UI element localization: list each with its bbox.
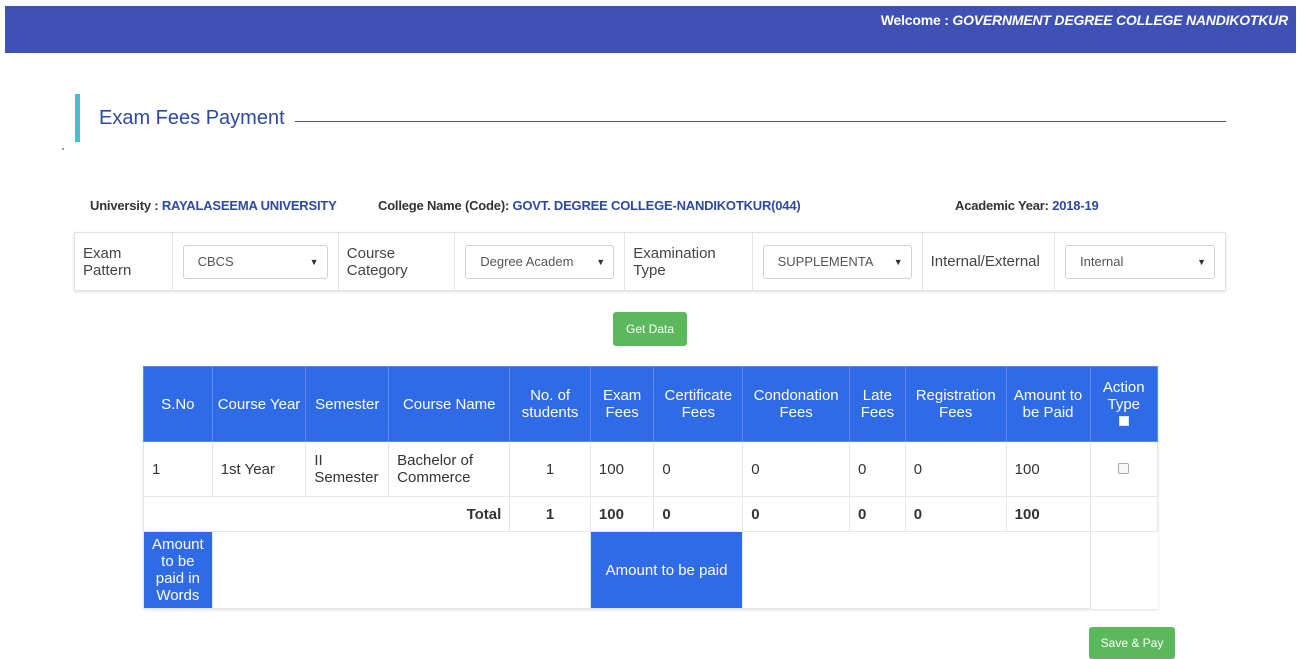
exam-type-select[interactable]: SUPPLEMENTA ▼	[762, 244, 912, 279]
college-info: College Name (Code): GOVT. DEGREE COLLEG…	[378, 198, 801, 213]
th-semester: Semester	[305, 366, 390, 442]
amount-in-words-value	[211, 531, 591, 609]
exam-pattern-label: Exam Pattern	[75, 233, 173, 290]
welcome-college: GOVERNMENT DEGREE COLLEGE NANDIKOTKUR	[952, 12, 1288, 28]
int-ext-cell: Internal ▼	[1055, 233, 1225, 290]
total-certificate-fees: 0	[653, 496, 744, 532]
fees-table: S.No Course Year Semester Course Name No…	[142, 366, 1158, 609]
amount-to-be-paid-value	[742, 531, 1091, 609]
exam-type-cell: SUPPLEMENTA ▼	[753, 233, 923, 290]
get-data-button[interactable]: Get Data	[613, 312, 687, 346]
total-registration-fees: 0	[904, 496, 1007, 532]
welcome-prefix: Welcome :	[880, 12, 953, 28]
chevron-down-icon: ▼	[596, 256, 606, 267]
welcome-text: Welcome : GOVERNMENT DEGREE COLLEGE NAND…	[881, 12, 1288, 28]
course-category-select[interactable]: Degree Academ ▼	[465, 244, 615, 279]
th-students: No. of students	[509, 366, 591, 442]
select-all-checkbox[interactable]	[1118, 415, 1129, 426]
th-action-type-label: Action Type	[1102, 378, 1145, 413]
th-amount: Amount to be Paid	[1005, 366, 1091, 442]
cell-condonation-fees: 0	[742, 441, 851, 497]
total-amount: 100	[1005, 496, 1091, 532]
th-course-year: Course Year	[211, 366, 307, 442]
exam-pattern-value: CBCS	[197, 254, 234, 269]
college-label: College Name (Code):	[378, 198, 513, 213]
title-divider	[285, 121, 1226, 122]
course-category-cell: Degree Academ ▼	[455, 233, 626, 290]
cell-course-name: Bachelor of Commerce	[388, 441, 511, 497]
course-category-value: Degree Academ	[480, 254, 574, 269]
cell-exam-fees: 100	[589, 441, 655, 497]
th-late-fees: Late Fees	[849, 366, 906, 442]
th-action-type: Action Type	[1089, 366, 1158, 442]
cell-semester: II Semester	[305, 441, 390, 497]
words-row: Amount to be paid in Words Amount to be …	[143, 531, 1158, 609]
cell-amount: 100	[1005, 441, 1091, 497]
exam-type-label: Examination Type	[625, 233, 753, 290]
int-ext-value: Internal	[1080, 254, 1124, 269]
page-title: Exam Fees Payment	[99, 107, 295, 130]
year-value: 2018-19	[1052, 198, 1099, 213]
total-students: 1	[509, 496, 591, 532]
th-certificate-fees: Certificate Fees	[653, 366, 744, 442]
table-row: 1 1st Year II Semester Bachelor of Comme…	[143, 441, 1158, 497]
stray-dot	[62, 148, 64, 150]
university-label: University :	[90, 198, 162, 213]
title-accent-bar	[75, 94, 80, 142]
academic-year-info: Academic Year: 2018-19	[955, 198, 1099, 213]
cell-action	[1089, 441, 1158, 497]
amount-to-be-paid-label: Amount to be paid	[589, 531, 744, 609]
th-condonation-fees: Condonation Fees	[742, 366, 851, 442]
top-header-bar: Welcome : GOVERNMENT DEGREE COLLEGE NAND…	[5, 6, 1296, 53]
exam-pattern-cell: CBCS ▼	[173, 233, 339, 290]
th-exam-fees: Exam Fees	[589, 366, 655, 442]
th-registration-fees: Registration Fees	[904, 366, 1007, 442]
chevron-down-icon: ▼	[1197, 256, 1206, 267]
cell-sno: 1	[143, 441, 213, 497]
table-header-row: S.No Course Year Semester Course Name No…	[143, 366, 1158, 442]
cell-course-year: 1st Year	[211, 441, 307, 497]
cell-certificate-fees: 0	[653, 441, 744, 497]
filter-panel: Exam Pattern CBCS ▼ Course Category Degr…	[74, 232, 1226, 291]
exam-pattern-select[interactable]: CBCS ▼	[182, 244, 328, 279]
int-ext-select[interactable]: Internal ▼	[1065, 244, 1215, 279]
amount-in-words-label: Amount to be paid in Words	[143, 531, 213, 609]
year-label: Academic Year:	[955, 198, 1053, 213]
th-course-name: Course Name	[388, 366, 511, 442]
university-value: RAYALASEEMA UNIVERSITY	[161, 198, 337, 213]
total-late-fees: 0	[849, 496, 906, 532]
chevron-down-icon: ▼	[893, 256, 903, 267]
save-pay-button[interactable]: Save & Pay	[1089, 627, 1175, 659]
total-action-empty	[1089, 496, 1158, 532]
course-category-label: Course Category	[339, 233, 456, 290]
int-ext-label: Internal/External	[923, 233, 1055, 290]
cell-late-fees: 0	[849, 441, 906, 497]
chevron-down-icon: ▼	[309, 256, 319, 267]
students-link[interactable]: 1	[509, 441, 591, 497]
row-checkbox[interactable]	[1118, 462, 1130, 474]
total-label: Total	[142, 496, 511, 532]
total-exam-fees: 100	[589, 496, 655, 532]
university-info: University : RAYALASEEMA UNIVERSITY	[90, 198, 337, 213]
page-title-section: Exam Fees Payment	[75, 94, 1226, 142]
college-value: GOVT. DEGREE COLLEGE-NANDIKOTKUR(044)	[512, 198, 801, 213]
cell-registration-fees: 0	[904, 441, 1007, 497]
total-condonation-fees: 0	[742, 496, 851, 532]
th-sno: S.No	[143, 366, 213, 442]
exam-type-value: SUPPLEMENTA	[777, 254, 874, 269]
total-row: Total 1 100 0 0 0 0 100	[142, 496, 1158, 532]
